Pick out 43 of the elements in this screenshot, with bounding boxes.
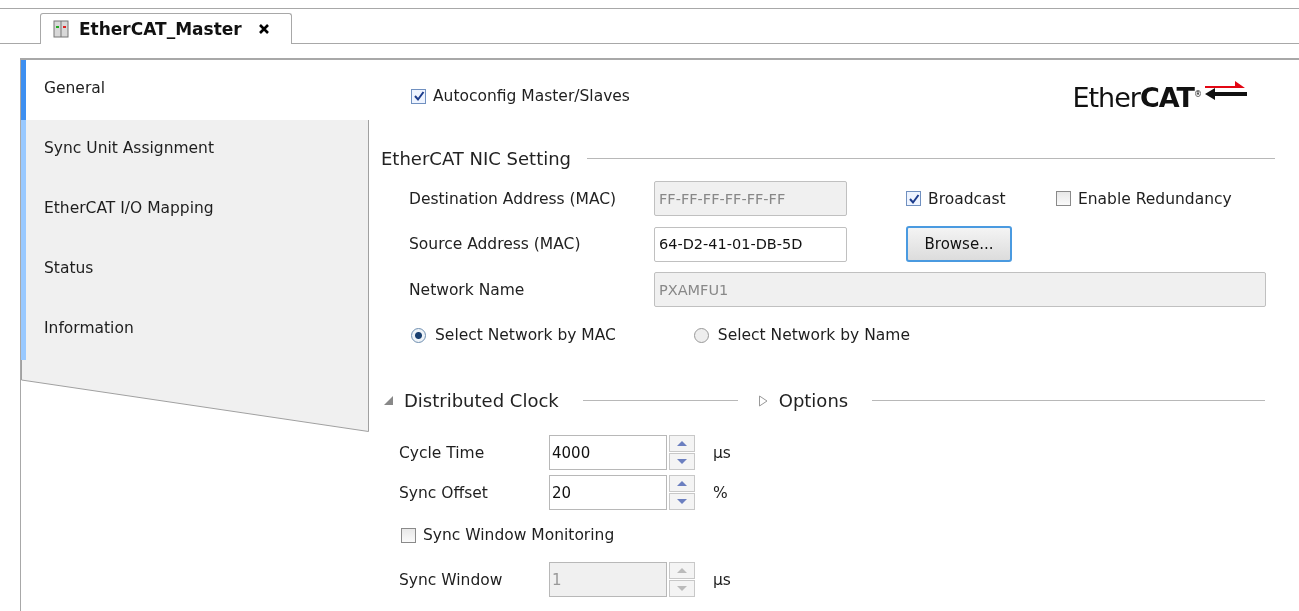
spin-buttons[interactable] bbox=[669, 475, 695, 510]
checkbox[interactable] bbox=[401, 527, 416, 543]
expand-icon[interactable] bbox=[757, 394, 769, 407]
unit-label: µs bbox=[713, 443, 731, 462]
sidebar-item[interactable]: EtherCAT I/O Mapping bbox=[21, 180, 369, 240]
close-icon[interactable] bbox=[257, 23, 270, 35]
device-icon bbox=[53, 20, 69, 38]
checkbox-label: Broadcast bbox=[928, 189, 1006, 208]
checkbox[interactable] bbox=[906, 191, 921, 206]
sidebar-item[interactable]: Status bbox=[21, 240, 369, 300]
radio-label: Select Network by MAC bbox=[435, 326, 616, 344]
spin-buttons[interactable] bbox=[669, 435, 695, 470]
section-title: EtherCAT NIC Setting bbox=[381, 148, 572, 169]
radio-label: Select Network by Name bbox=[717, 326, 910, 344]
editor-tab[interactable]: EtherCAT_Master bbox=[40, 13, 292, 44]
checkbox-label: Sync Window Monitoring bbox=[423, 526, 615, 544]
unit-label: % bbox=[713, 483, 728, 502]
collapse-icon[interactable] bbox=[383, 395, 394, 406]
spin-field[interactable]: 20 bbox=[549, 475, 667, 510]
field-label: Network Name bbox=[409, 280, 526, 299]
field-label: Destination Address (MAC) bbox=[409, 189, 618, 208]
sidebar-item[interactable]: Sync Unit Assignment bbox=[21, 120, 369, 180]
section-title: Distributed Clock bbox=[404, 390, 559, 411]
section-title: Options bbox=[778, 390, 849, 411]
arrows-icon bbox=[1203, 79, 1247, 101]
sidebar-item[interactable]: General bbox=[21, 60, 369, 120]
input-field[interactable]: 64-D2-41-01-DB-5D bbox=[654, 226, 847, 262]
radio-button[interactable] bbox=[693, 327, 709, 343]
field-label: Sync Window bbox=[399, 570, 504, 589]
checkbox-label: Enable Redundancy bbox=[1078, 189, 1232, 208]
field-label: Sync Offset bbox=[399, 483, 489, 502]
spin-field[interactable]: 4000 bbox=[549, 435, 667, 470]
checkbox-label: Autoconfig Master/Slaves bbox=[433, 87, 630, 105]
checkbox[interactable] bbox=[1056, 191, 1071, 206]
checkbox[interactable] bbox=[411, 88, 426, 104]
field-label: Cycle Time bbox=[399, 443, 486, 462]
radio-button[interactable] bbox=[411, 327, 426, 343]
field-label: Source Address (MAC) bbox=[409, 235, 582, 253]
logo-text: EtherCAT$^{®}$ bbox=[1072, 81, 1201, 113]
tab-title: EtherCAT_Master bbox=[79, 19, 242, 39]
sidebar-item[interactable]: Information bbox=[21, 300, 369, 360]
unit-label: µs bbox=[713, 570, 731, 589]
browse-button[interactable]: Browse... bbox=[906, 226, 1012, 262]
